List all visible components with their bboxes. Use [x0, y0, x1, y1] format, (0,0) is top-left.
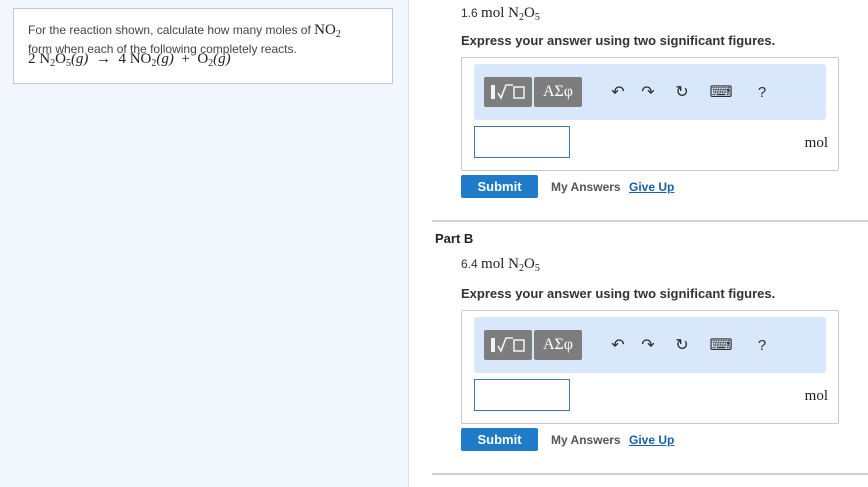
help-icon[interactable]: ? — [752, 335, 772, 355]
reset-icon[interactable]: ↻ — [672, 335, 692, 355]
undo-icon[interactable]: ↶ — [608, 82, 628, 102]
part-a-my-answers-link[interactable]: My Answers — [551, 180, 621, 194]
redo-icon[interactable]: ↷ — [638, 335, 658, 355]
keyboard-icon[interactable]: ⌨ — [708, 82, 734, 102]
problem-intro: For the reaction shown, calculate how ma… — [28, 23, 311, 37]
templates-button[interactable] — [484, 330, 532, 360]
part-b-math-toolbar: ΑΣφ ↶ ↷ ↻ ⌨ ? — [474, 317, 826, 373]
target-species: NO2 — [314, 22, 341, 41]
keyboard-icon[interactable]: ⌨ — [708, 335, 734, 355]
part-b-my-answers-link[interactable]: My Answers — [551, 433, 621, 447]
part-a-amount: 1.6 mol N2O5 — [461, 5, 540, 23]
part-b-answer-box: ΑΣφ ↶ ↷ ↻ ⌨ ? mol — [461, 310, 839, 424]
problem-statement-box: For the reaction shown, calculate how ma… — [13, 8, 393, 84]
part-b-submit-button[interactable]: Submit — [461, 428, 538, 451]
part-b-amount: 6.4 mol N2O5 — [461, 256, 540, 274]
section-divider — [432, 473, 868, 475]
question-pane: 1.6 mol N2O5 Express your answer using t… — [408, 0, 868, 487]
part-a-answer-box: ΑΣφ ↶ ↷ ↻ ⌨ ? mol — [461, 57, 839, 171]
part-a-answer-input[interactable] — [474, 126, 570, 158]
part-b-instruction: Express your answer using two significan… — [461, 286, 776, 301]
part-a-unit: mol — [804, 135, 828, 151]
greek-symbols-button[interactable]: ΑΣφ — [534, 330, 582, 360]
templates-icon — [491, 337, 525, 353]
part-b-give-up-link[interactable]: Give Up — [629, 433, 674, 447]
part-a-instruction: Express your answer using two significan… — [461, 33, 776, 48]
part-b-title: Part B — [435, 231, 474, 246]
greek-symbols-button[interactable]: ΑΣφ — [534, 77, 582, 107]
reset-icon[interactable]: ↻ — [672, 82, 692, 102]
templates-icon — [491, 84, 525, 100]
templates-button[interactable] — [484, 77, 532, 107]
reaction-equation: 2 N2O5(g) → 4 NO2(g) + O2(g) — [28, 51, 231, 69]
left-pane: For the reaction shown, calculate how ma… — [0, 0, 409, 487]
section-divider — [432, 220, 868, 222]
part-a-math-toolbar: ΑΣφ ↶ ↷ ↻ ⌨ ? — [474, 64, 826, 120]
help-icon[interactable]: ? — [752, 82, 772, 102]
redo-icon[interactable]: ↷ — [638, 82, 658, 102]
part-b-unit: mol — [804, 388, 828, 404]
undo-icon[interactable]: ↶ — [608, 335, 628, 355]
reaction-arrow: → — [95, 51, 111, 67]
part-a-submit-button[interactable]: Submit — [461, 175, 538, 198]
part-b-answer-input[interactable] — [474, 379, 570, 411]
part-a-give-up-link[interactable]: Give Up — [629, 180, 674, 194]
